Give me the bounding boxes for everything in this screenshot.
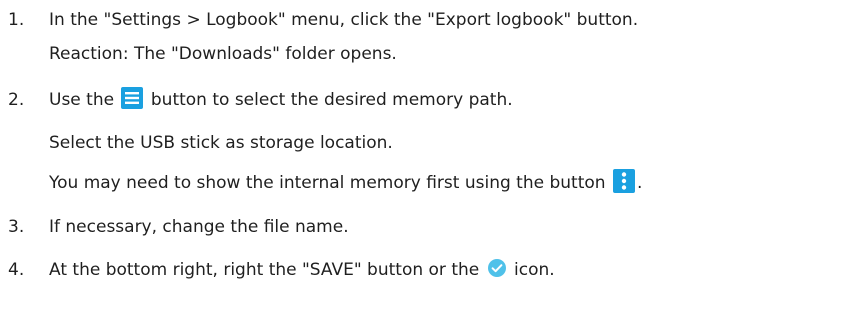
step-2-line2: Select the USB stick as storage location…: [0, 123, 852, 163]
step-3: 3. If necessary, change the file name.: [0, 207, 852, 247]
step-4-text-after: icon.: [514, 260, 555, 280]
step-2-text-after: button to select the desired memory path…: [150, 90, 513, 110]
step-2-line3-after: .: [636, 173, 643, 193]
step-2-number: 2.: [8, 90, 25, 110]
step-3-text: If necessary, change the file name.: [49, 217, 349, 237]
step-4-number: 4.: [8, 260, 25, 280]
instruction-list: 1. In the "Settings > Logbook" menu, cli…: [0, 0, 852, 324]
step-2-text-before: Use the: [49, 90, 115, 110]
step-1-reaction: Reaction: The "Downloads" folder opens.: [0, 34, 852, 74]
more-vertical-icon: [612, 169, 635, 193]
step-2-line3: You may need to show the internal memory…: [0, 163, 852, 203]
step-2-line3-text: You may need to show the internal memory…: [49, 163, 642, 203]
step-2-text: Use the button to select the desired mem…: [49, 80, 513, 120]
step-2-line3-before: You may need to show the internal memory…: [49, 173, 606, 193]
step-4: 4. At the bottom right, right the "SAVE"…: [0, 250, 852, 290]
step-2-line2-text: Select the USB stick as storage location…: [49, 133, 393, 153]
step-4-text: At the bottom right, right the "SAVE" bu…: [49, 250, 555, 290]
menu-icon: [121, 87, 144, 109]
step-3-number: 3.: [8, 217, 25, 237]
step-1-reaction-text: Reaction: The "Downloads" folder opens.: [49, 44, 397, 64]
check-circle-icon: [487, 258, 507, 278]
step-2: 2. Use the button to select the desired …: [0, 80, 852, 120]
step-4-text-before: At the bottom right, right the "SAVE" bu…: [49, 260, 480, 280]
